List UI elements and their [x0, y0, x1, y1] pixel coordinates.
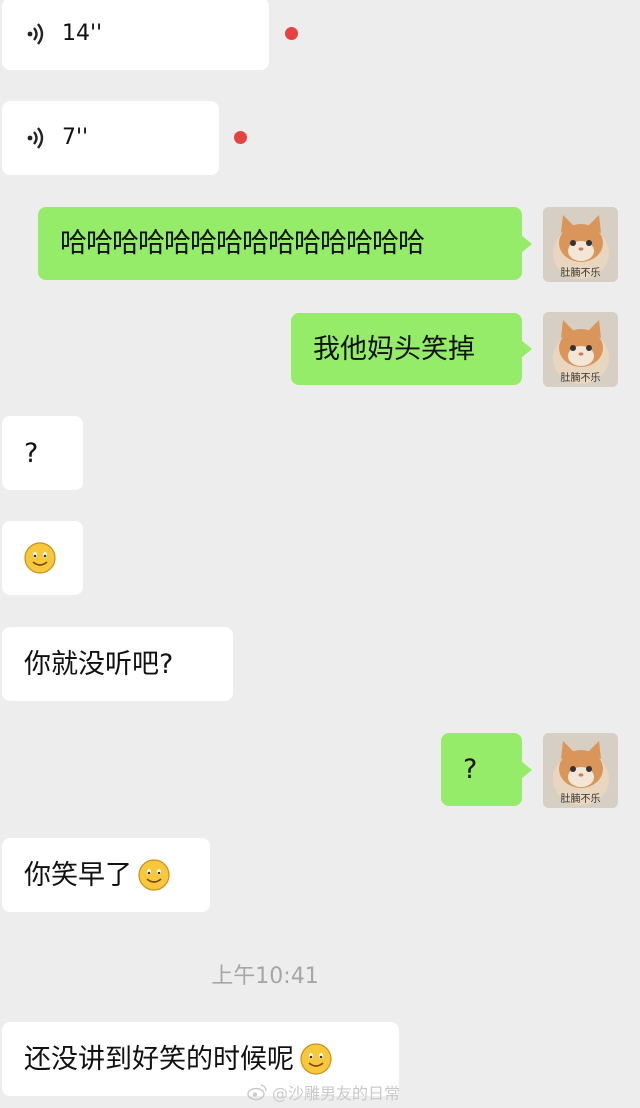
smile-icon [24, 542, 56, 574]
received-message-bubble[interactable]: ? [2, 416, 83, 490]
avatar-caption: 肚腩不乐 [560, 373, 601, 384]
avatar[interactable]: 肚腩不乐 [543, 207, 618, 282]
unread-dot [285, 27, 298, 40]
avatar-caption: 肚腩不乐 [560, 794, 601, 805]
received-message-bubble[interactable] [2, 521, 83, 595]
voice-duration: 7'' [62, 125, 89, 150]
unread-dot [234, 131, 247, 144]
voice-message[interactable]: 7'' [2, 101, 219, 175]
received-message-bubble[interactable]: 你就没听吧? [2, 627, 233, 701]
message-text: 还没讲到好笑的时候呢 [24, 1043, 294, 1075]
sent-message-bubble[interactable]: 我他妈头笑掉 [291, 313, 532, 385]
message-text: 你就没听吧? [24, 648, 174, 680]
avatar-caption: 肚腩不乐 [560, 268, 601, 279]
avatar[interactable]: 肚腩不乐 [543, 733, 618, 808]
sent-message-bubble[interactable]: 哈哈哈哈哈哈哈哈哈哈哈哈哈哈 [38, 207, 532, 280]
voice-wave-icon [27, 127, 44, 149]
message-text: 哈哈哈哈哈哈哈哈哈哈哈哈哈哈 [60, 228, 425, 259]
message-text: ? [463, 754, 478, 785]
voice-wave-icon [27, 23, 44, 45]
watermark-text: @沙雕男友的日常 [272, 1084, 401, 1103]
sent-message-bubble[interactable]: ? [441, 733, 532, 806]
message-text: ? [24, 437, 39, 469]
message-text: 你笑早了 [24, 859, 132, 891]
smile-icon [138, 859, 170, 891]
watermark: @沙雕男友的日常 [246, 1080, 400, 1104]
received-message-bubble[interactable]: 你笑早了 [2, 838, 210, 912]
smile-icon [300, 1043, 332, 1075]
weibo-icon [247, 1084, 267, 1101]
message-text: 我他妈头笑掉 [313, 333, 475, 365]
voice-message[interactable]: 14'' [2, 0, 269, 70]
avatar[interactable]: 肚腩不乐 [543, 312, 618, 387]
voice-duration: 14'' [62, 21, 103, 46]
chat-timestamp: 上午10:41 [211, 964, 319, 989]
